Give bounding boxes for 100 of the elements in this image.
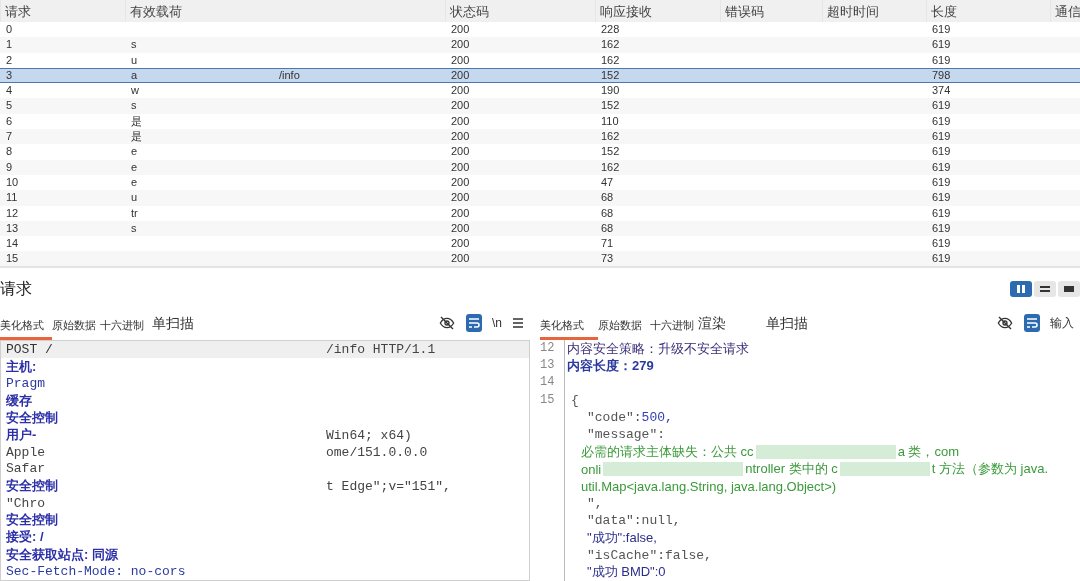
tab[interactable]: 单扫描 [766,317,836,340]
table-cell-text: 71 [600,237,615,251]
code-text: 内容长度：279 [567,356,654,375]
table-cell-text: 619 [931,99,952,113]
input-toggle[interactable]: 输入 [1050,314,1074,332]
tab[interactable]: 十六进制 [100,319,152,340]
table-cell: s [131,99,137,113]
table-cell-text: 200 [450,130,471,144]
table-cell-text: 68 [600,206,615,220]
table-cell-text: 619 [931,114,952,129]
table-cell-text: 200 [450,99,471,113]
table-cell-text: 200 [450,84,471,98]
tab[interactable]: 十六进制 [650,319,698,340]
layout-toggle[interactable] [1058,281,1080,297]
line-number: 14 [540,374,556,392]
table-cell-text: 5 [5,99,14,113]
word-wrap-icon[interactable] [466,314,482,332]
code-text: 内容安全策略：升级不安全请求 [567,340,749,358]
table-cell-text: 68 [600,221,615,236]
table-cell-text: 200 [450,23,471,37]
code-text: "data":null, [587,513,681,529]
table-cell-text: 68 [600,191,615,205]
table-row[interactable]: 7 是 200 162 619 [0,129,1080,145]
eye-off-icon[interactable] [438,315,456,331]
panel-title: 请求 [0,278,32,299]
table-cell-text: 152 [600,145,621,159]
code-text: { [571,392,579,408]
table-cell-text: 1 [5,38,14,52]
code-text: 用户- [6,426,38,444]
table-cell: 是 [131,114,142,129]
menu-icon[interactable] [512,317,524,329]
tab[interactable]: 渲染 [698,317,766,340]
table-cell-text: 162 [600,160,621,174]
table-cell-text: 798 [931,68,952,83]
table-cell-text: 14 [5,237,20,251]
tab[interactable]: 美化格式 [540,319,598,340]
table-row[interactable]: 5 s 200 152 619 [0,98,1080,114]
table-cell-text: 200 [450,160,471,174]
table-cell-text: 162 [600,53,621,67]
table-cell-text: 152 [600,68,621,83]
table-cell-text: 10 [5,175,20,190]
tab[interactable]: 原始数据 [52,319,100,340]
tab[interactable]: 单扫描 [152,317,222,340]
table-cell: 是 [131,130,142,144]
table-cell-text: 619 [931,237,952,251]
code-text: t 方法（参数为 java. [931,460,1048,479]
code-text: 接受: / [6,528,44,547]
table-cell-text: 9 [5,160,14,174]
newline-toggle[interactable]: \n [492,316,502,330]
table-row[interactable]: 15 200 73 619 [0,251,1080,266]
code-text: 500, [641,410,673,425]
table-cell: e [131,175,138,190]
tab[interactable]: 原始数据 [598,319,650,340]
table-cell: e [131,145,138,159]
line-number: 15 [540,391,556,409]
code-text: Win64; x64) [326,427,412,443]
table-cell-text: 200 [450,38,471,52]
code-text: /info HTTP/1.1 [326,341,436,357]
code-text: 主机: [6,357,37,376]
layout-toggle[interactable] [1010,281,1032,297]
table-cell-text: 2 [5,53,14,67]
code-text: 缓存 [6,391,32,410]
code-text: 必需的请求主体缺失：公共 cc [581,442,754,461]
table-cell-text: 73 [600,252,615,266]
table-row[interactable]: 11 u 200 68 619 [0,190,1080,206]
word-wrap-icon[interactable] [1024,314,1040,332]
table-cell-text: 619 [931,252,952,266]
table-cell: u [131,53,138,67]
table-cell-text: 619 [931,23,952,37]
eye-off-icon[interactable] [996,315,1014,331]
code-text: "Chro [6,495,45,511]
table-cell-text: 619 [931,145,952,159]
layout-toggle[interactable] [1034,281,1056,297]
table-cell-text: 110 [600,114,620,129]
table-cell-text: 619 [931,38,952,52]
code-text: Sec-Fetch-Mode: no-cors [6,564,186,580]
code-text: 安全控制 [6,511,58,530]
table-row[interactable]: 1 s 200 162 619 [0,37,1080,53]
code-text: POST / [6,341,54,357]
code-text: ", [587,496,603,512]
two-rows-icon [1040,285,1050,293]
table-cell: s [131,38,137,52]
table-cell-text: 619 [931,221,952,236]
code-text: onli [581,461,602,477]
table-cell: s [131,221,137,236]
code-text: 安全获取站点: 同源 [6,545,118,564]
code-text: ntroller 类中的 c [745,460,838,479]
code-text: Apple [6,444,46,460]
table-cell: /info [279,68,300,83]
code-text: Pragm [6,376,45,392]
table-cell-text: 619 [931,130,952,144]
table-cell-text: 11 [5,191,19,205]
table-cell: u [131,191,138,205]
table-cell-text: 228 [600,23,621,37]
code-text: util.Map<java.lang.String, java.lang.Object>) [581,478,837,494]
table-cell-text: 200 [450,145,471,159]
table-cell-text: 200 [450,206,471,220]
single-pane-icon [1064,285,1074,293]
table-cell-text: 619 [931,175,952,190]
table-cell-text: 200 [450,68,471,83]
